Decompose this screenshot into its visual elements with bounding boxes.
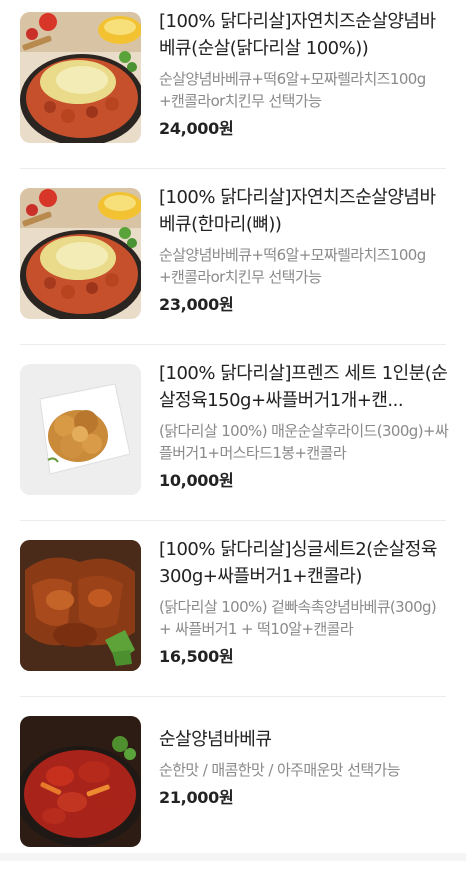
menu-item-info: 순살양념바베큐 순한맛 / 매콤한맛 / 아주매운맛 선택가능 21,000원 xyxy=(159,726,449,809)
bottom-bar xyxy=(0,853,466,861)
menu-item[interactable]: [100% 닭다리살]자연치즈순살양념바베큐(한마리(뼈)) 순살양념바베큐+떡… xyxy=(0,176,466,352)
cheese-chicken-image xyxy=(20,188,141,319)
menu-item-info: [100% 닭다리살]싱글세트2(순살정육300g+싸플버거1+캔콜라) (닭다… xyxy=(159,536,449,668)
spicy-bbq-image xyxy=(20,716,141,847)
menu-item-description: 순한맛 / 매콤한맛 / 아주매운맛 선택가능 xyxy=(159,761,401,779)
menu-item-price: 21,000원 xyxy=(159,788,234,807)
menu-item-description: 순살양념바베큐+떡6알+모짜렐라치즈100g+캔콜라or치킨무 선택가능 xyxy=(159,70,426,110)
menu-item-info: [100% 닭다리살]프렌즈 세트 1인분(순살정육150g+싸플버거1개+캔.… xyxy=(159,360,449,492)
menu-item-price: 10,000원 xyxy=(159,471,234,490)
divider xyxy=(20,168,446,169)
menu-item-description: 순살양념바베큐+떡6알+모짜렐라치즈100g+캔콜라or치킨무 선택가능 xyxy=(159,246,426,286)
bbq-chicken-image xyxy=(20,540,141,671)
menu-item-price: 16,500원 xyxy=(159,647,234,666)
divider xyxy=(20,520,446,521)
divider xyxy=(20,696,446,697)
menu-item-info: [100% 닭다리살]자연치즈순살양념바베큐(한마리(뼈)) 순살양념바베큐+떡… xyxy=(159,184,449,316)
menu-item-price: 24,000원 xyxy=(159,119,234,138)
menu-item-title: [100% 닭다리살]싱글세트2(순살정육300g+싸플버거1+캔콜라) xyxy=(159,539,437,587)
menu-item-title: [100% 닭다리살]프렌즈 세트 1인분(순살정육150g+싸플버거1개+캔.… xyxy=(159,363,448,411)
menu-item-description: (닭다리살 100%) 매운순살후라이드(300g)+싸플버거1+머스타드1봉+… xyxy=(159,422,449,462)
menu-item-title: [100% 닭다리살]자연치즈순살양념바베큐(한마리(뼈)) xyxy=(159,187,436,235)
cheese-chicken-image xyxy=(20,12,141,143)
menu-item-title: [100% 닭다리살]자연치즈순살양념바베큐(순살(닭다리살 100%)) xyxy=(159,11,436,59)
menu-item[interactable]: [100% 닭다리살]싱글세트2(순살정육300g+싸플버거1+캔콜라) (닭다… xyxy=(0,528,466,704)
menu-item-title: 순살양념바베큐 xyxy=(159,729,272,750)
menu-item[interactable]: [100% 닭다리살]프렌즈 세트 1인분(순살정육150g+싸플버거1개+캔.… xyxy=(0,352,466,528)
menu-item-price: 23,000원 xyxy=(159,295,234,314)
fried-chicken-image xyxy=(20,364,141,495)
menu-item[interactable]: [100% 닭다리살]자연치즈순살양념바베큐(순살(닭다리살 100%)) 순살… xyxy=(0,0,466,176)
menu-item-info: [100% 닭다리살]자연치즈순살양념바베큐(순살(닭다리살 100%)) 순살… xyxy=(159,8,449,140)
menu-item-description: (닭다리살 100%) 겉빠속촉양념바베큐(300g) + 싸플버거1 + 떡1… xyxy=(159,598,437,638)
divider xyxy=(20,344,446,345)
